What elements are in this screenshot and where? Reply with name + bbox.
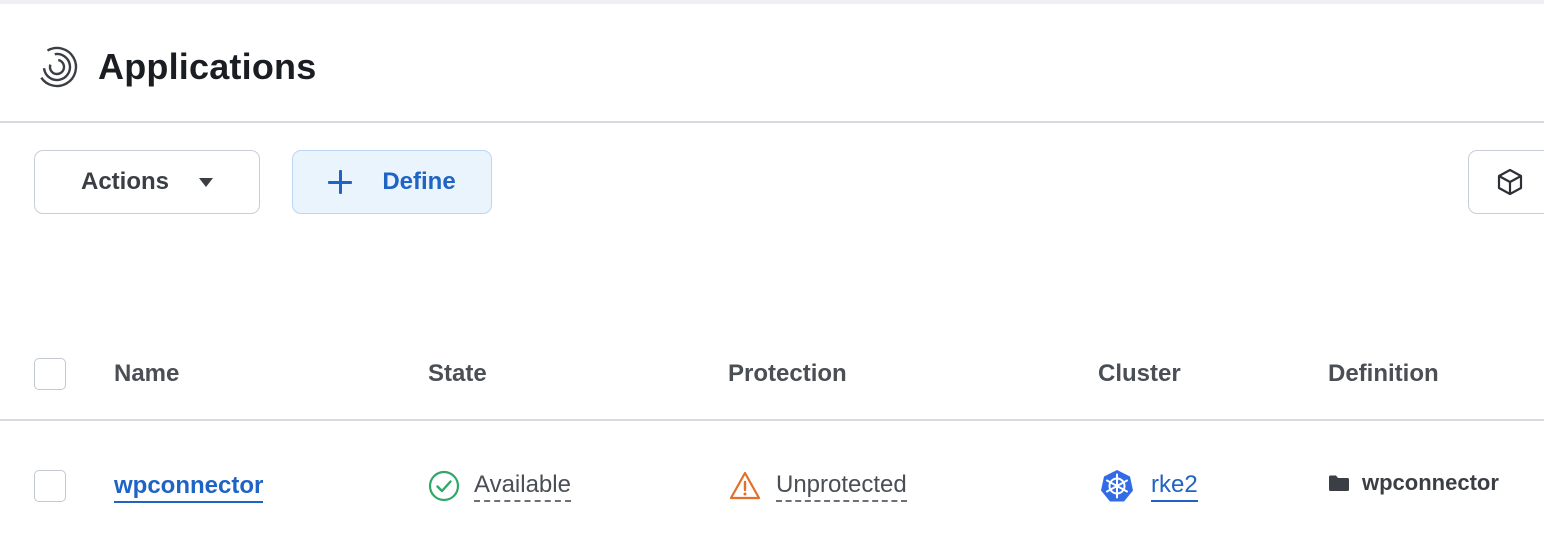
select-all-checkbox[interactable] xyxy=(34,358,66,390)
row-checkbox[interactable] xyxy=(34,470,66,502)
protection-label[interactable]: Unprotected xyxy=(776,470,907,502)
check-circle-icon xyxy=(428,470,460,502)
column-header-protection[interactable]: Protection xyxy=(728,360,847,388)
folder-icon xyxy=(1329,475,1349,491)
state-cell: Available xyxy=(428,470,571,502)
definition-label[interactable]: wpconnector xyxy=(1362,470,1499,496)
warning-icon xyxy=(729,471,761,500)
column-header-name[interactable]: Name xyxy=(114,360,179,388)
protection-cell: Unprotected xyxy=(728,470,907,502)
cluster-link[interactable]: rke2 xyxy=(1151,470,1198,502)
application-name-link[interactable]: wpconnector xyxy=(114,471,264,503)
actions-label: Actions xyxy=(80,168,169,195)
definition-cell: wpconnector xyxy=(1328,470,1499,496)
page-header: Applications xyxy=(0,4,1544,123)
define-button[interactable]: Define xyxy=(292,150,492,214)
kubernetes-icon xyxy=(1101,470,1133,502)
column-header-state[interactable]: State xyxy=(428,360,487,388)
column-header-definition[interactable]: Definition xyxy=(1328,360,1439,388)
applications-page: Applications Actions Define Name State P… xyxy=(0,0,1544,542)
table-header-divider xyxy=(0,419,1544,421)
caret-down-icon xyxy=(199,177,213,187)
applications-icon xyxy=(36,46,78,88)
page-title: Applications xyxy=(98,46,317,87)
cluster-cell: rke2 xyxy=(1099,468,1198,504)
define-label: Define xyxy=(382,168,456,195)
header-divider xyxy=(0,121,1544,123)
state-label[interactable]: Available xyxy=(474,470,571,502)
cube-button[interactable] xyxy=(1468,150,1544,214)
column-header-cluster[interactable]: Cluster xyxy=(1098,360,1181,388)
cube-icon xyxy=(1497,168,1523,196)
actions-dropdown-button[interactable]: Actions xyxy=(34,150,260,214)
plus-icon xyxy=(328,170,353,194)
